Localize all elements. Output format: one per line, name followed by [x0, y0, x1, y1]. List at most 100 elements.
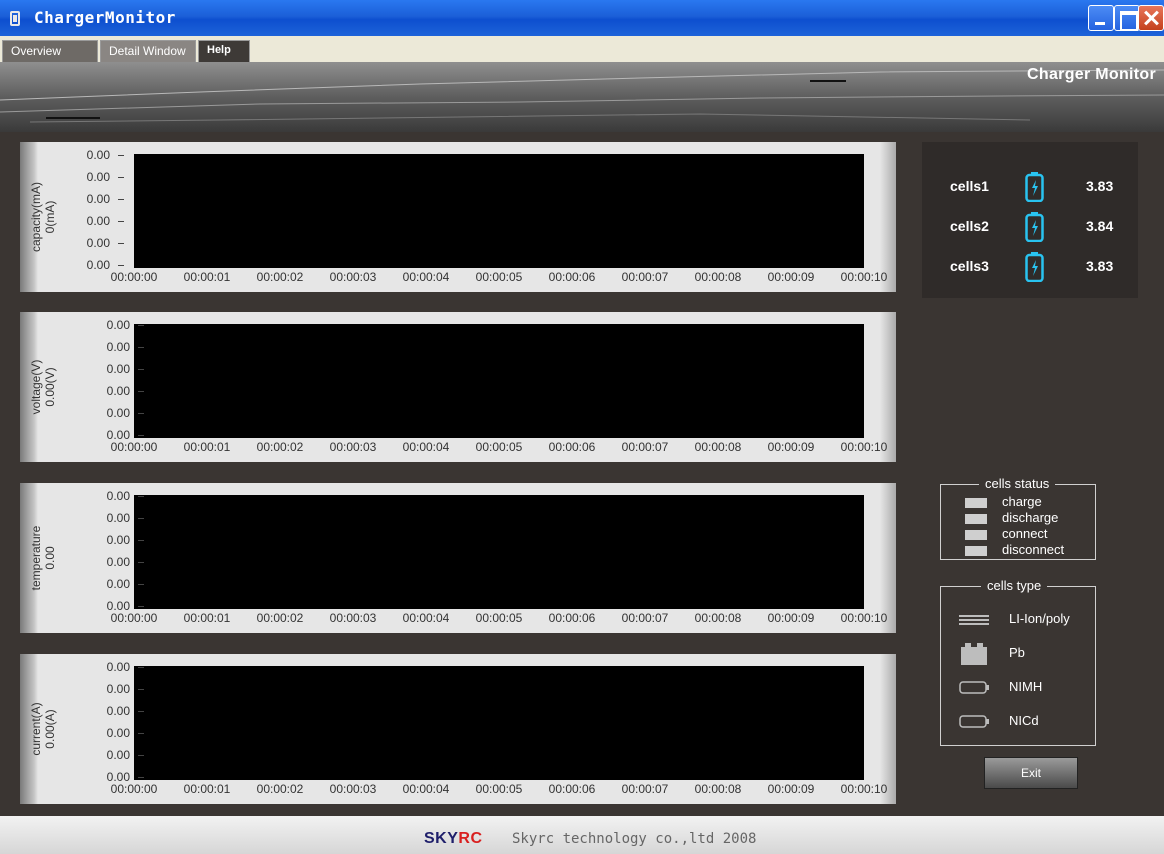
x-tick: 00:00:00	[110, 782, 158, 796]
y-tick: 0.00	[90, 555, 144, 569]
x-tick: 00:00:06	[548, 611, 596, 625]
x-tick: 00:00:01	[183, 782, 231, 796]
status-label: discharge	[1002, 510, 1059, 525]
y-tick: 0.00	[90, 682, 144, 696]
status-label: connect	[1002, 526, 1048, 541]
battery-icon	[1025, 172, 1044, 202]
voltage-chart: voltage(V) 0.00(V) 0.00 0.00 0.00 0.00 0…	[20, 312, 896, 462]
x-tick: 00:00:05	[475, 270, 523, 284]
x-tick: 00:00:05	[475, 440, 523, 454]
y-tick: 0.00	[90, 489, 144, 503]
y-tick: 0.00	[90, 362, 144, 376]
cell-type-label: NIMH	[1009, 679, 1043, 694]
y-tick: 0.00	[90, 577, 144, 591]
cells-type-title: cells type	[981, 578, 1048, 593]
app-window: ChargerMonitor Overview Detail Window He…	[0, 0, 1164, 854]
status-label: charge	[1002, 494, 1042, 509]
x-tick: 00:00:03	[329, 440, 377, 454]
x-tick: 00:00:07	[621, 270, 669, 284]
x-tick: 00:00:09	[767, 440, 815, 454]
cell-voltage: 3.83	[1086, 178, 1114, 194]
cell-type-item: NIMH	[959, 677, 1042, 699]
footer: SKYRC Skyrc technology co.,ltd 2008	[0, 816, 1164, 854]
x-tick: 00:00:10	[840, 270, 888, 284]
status-swatch	[965, 514, 987, 524]
y-tick: 0.00	[70, 236, 124, 250]
exit-button[interactable]: Exit	[984, 757, 1078, 789]
battery-icon	[1025, 212, 1044, 242]
cell-type-label: Pb	[1009, 645, 1025, 660]
pb-battery-icon	[961, 643, 987, 665]
y-tick: 0.00	[90, 748, 144, 762]
battery-icon	[1025, 252, 1044, 282]
x-tick: 00:00:00	[110, 440, 158, 454]
x-tick: 00:00:04	[402, 440, 450, 454]
x-tick: 00:00:08	[694, 782, 742, 796]
x-tick: 00:00:03	[329, 270, 377, 284]
status-swatch	[965, 498, 987, 508]
cell-row: cells2 3.84	[922, 212, 1138, 242]
x-tick: 00:00:08	[694, 270, 742, 284]
y-tick: 0.00	[90, 384, 144, 398]
x-tick: 00:00:00	[110, 611, 158, 625]
cell-voltage: 3.84	[1086, 218, 1114, 234]
maximize-button[interactable]	[1114, 5, 1140, 31]
current-plot-area	[134, 666, 864, 780]
status-swatch	[965, 530, 987, 540]
current-axis-label: current(A) 0.00(A)	[29, 702, 57, 756]
y-tick: 0.00	[70, 170, 124, 184]
x-tick: 00:00:10	[840, 782, 888, 796]
title-bar[interactable]: ChargerMonitor	[0, 0, 1164, 36]
capacity-plot-area	[134, 154, 864, 268]
y-tick: 0.00	[90, 704, 144, 718]
x-tick: 00:00:06	[548, 440, 596, 454]
tab-bar: Overview Detail Window Help	[0, 36, 1164, 62]
x-tick: 00:00:09	[767, 611, 815, 625]
x-tick: 00:00:07	[621, 611, 669, 625]
minimize-button[interactable]	[1088, 5, 1114, 31]
close-button[interactable]	[1138, 5, 1164, 31]
x-tick: 00:00:02	[256, 782, 304, 796]
y-tick: 0.00	[90, 318, 144, 332]
li-ion-cell-icon	[959, 615, 989, 625]
temperature-axis-label: temperature 0.00	[29, 525, 57, 591]
y-tick: 0.00	[90, 406, 144, 420]
cell-name: cells3	[950, 258, 989, 274]
x-tick: 00:00:01	[183, 270, 231, 284]
y-tick: 0.00	[90, 511, 144, 525]
cell-row: cells1 3.83	[922, 172, 1138, 202]
x-tick: 00:00:03	[329, 782, 377, 796]
footer-copyright: Skyrc technology co.,ltd 2008	[512, 831, 757, 847]
x-tick: 00:00:00	[110, 270, 158, 284]
banner-graphic	[0, 69, 1164, 123]
y-tick: 0.00	[90, 726, 144, 740]
cell-type-item: LI-Ion/poly	[959, 609, 1070, 631]
x-tick: 00:00:06	[548, 782, 596, 796]
cell-voltage: 3.83	[1086, 258, 1114, 274]
y-tick: 0.00	[90, 533, 144, 547]
x-tick: 00:00:10	[840, 611, 888, 625]
x-tick: 00:00:02	[256, 611, 304, 625]
x-tick: 00:00:08	[694, 611, 742, 625]
temperature-chart: temperature 0.00 0.00 0.00 0.00 0.00 0.0…	[20, 483, 896, 633]
x-tick: 00:00:03	[329, 611, 377, 625]
x-tick: 00:00:02	[256, 440, 304, 454]
cells-status-title: cells status	[979, 476, 1056, 491]
voltage-plot-area	[134, 324, 864, 438]
x-tick: 00:00:08	[694, 440, 742, 454]
cells-status-group: cells status charge discharge connect di…	[940, 476, 1096, 560]
temperature-plot-area	[134, 495, 864, 609]
tab-overview[interactable]: Overview	[2, 40, 98, 62]
cell-name: cells2	[950, 218, 989, 234]
capacity-chart: capacity(mA) 0(mA) 0.00 0.00 0.00 0.00 0…	[20, 142, 896, 292]
tab-detail-window[interactable]: Detail Window	[100, 40, 196, 62]
voltage-axis-label: voltage(V) 0.00(V)	[29, 359, 57, 415]
x-tick: 00:00:09	[767, 782, 815, 796]
y-tick: 0.00	[70, 148, 124, 162]
capacity-axis-label: capacity(mA) 0(mA)	[29, 181, 57, 253]
x-tick: 00:00:04	[402, 782, 450, 796]
tab-help[interactable]: Help	[198, 40, 250, 62]
cell-name: cells1	[950, 178, 989, 194]
x-tick: 00:00:09	[767, 270, 815, 284]
cell-type-item: Pb	[959, 643, 1025, 665]
